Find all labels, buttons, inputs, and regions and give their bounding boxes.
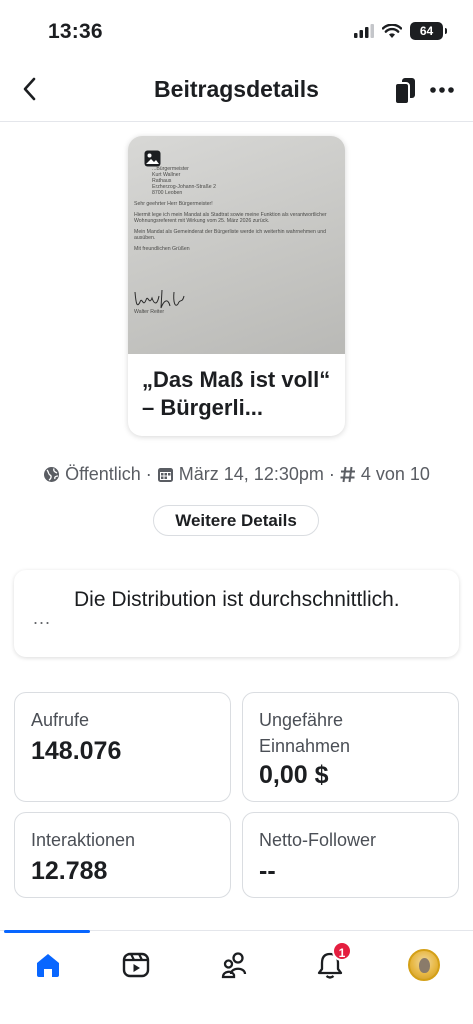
video-icon (122, 952, 150, 978)
home-icon (37, 954, 59, 977)
profile-avatar (408, 949, 440, 981)
stat-value: 0,00 $ (259, 761, 329, 789)
stat-value: 148.076 (31, 737, 122, 765)
post-title: „Das Maß ist voll“ – Bürgerli... (142, 367, 331, 420)
letter-closing: Mit freundlichen Grüßen (134, 246, 190, 252)
status-bar: 13:36 64 (0, 0, 473, 60)
wifi-icon (382, 23, 402, 38)
copy-icon[interactable] (393, 77, 417, 105)
meta-separator: · (328, 464, 335, 484)
stat-value: 12.788 (31, 857, 108, 885)
visibility-label: Öffentlich (65, 464, 141, 484)
stat-label: Netto-Follower (259, 830, 377, 850)
letter-paragraph: Hiermit lege ich mein Mandat als Stadtra… (134, 212, 327, 224)
letter-text: ...Bürgermeister Kurt Wallner Rathaus Er… (134, 166, 345, 252)
bottom-tab-bar: 1 (0, 930, 473, 1024)
main-content: ...Bürgermeister Kurt Wallner Rathaus Er… (0, 122, 473, 930)
signal-icon (354, 24, 374, 38)
stat-card-views[interactable]: Aufrufe 148.076 (14, 692, 231, 802)
meta-separator: · (145, 464, 152, 484)
post-preview-card[interactable]: ...Bürgermeister Kurt Wallner Rathaus Er… (128, 136, 345, 436)
notification-badge: 1 (332, 941, 352, 961)
photo-icon (144, 150, 161, 167)
stat-card-net-followers[interactable]: Netto-Follower -- (242, 812, 459, 898)
calendar-icon (157, 468, 173, 482)
stat-label: Aufrufe (31, 710, 90, 730)
distribution-text: Die Distribution ist durchschnittlich. (74, 588, 400, 611)
post-meta-row: Öffentlich · März 14, 12:30pm · 4 von 10 (0, 464, 473, 485)
tab-profile[interactable] (406, 947, 442, 983)
header: Beitragsdetails (0, 60, 473, 122)
stat-card-earnings[interactable]: Ungefähre Einnahmen 0,00 $ (242, 692, 459, 802)
more-options-icon[interactable] (429, 77, 455, 103)
globe-icon (44, 467, 60, 482)
letter-address-line: 8700 Leoben (152, 190, 183, 196)
post-thumbnail: ...Bürgermeister Kurt Wallner Rathaus Er… (128, 136, 345, 354)
active-tab-indicator (4, 930, 90, 933)
status-time: 13:36 (48, 20, 103, 43)
hash-icon (340, 466, 355, 483)
letter-salutation: Sehr geehrter Herr Bürgermeister! (134, 201, 213, 207)
tab-home[interactable] (30, 947, 66, 983)
more-details-button[interactable]: Weitere Details (153, 505, 319, 536)
status-icons: 64 (354, 22, 447, 40)
letter-paragraph: Mein Mandat als Gemeinderat der Bürgerli… (134, 229, 327, 241)
post-date: März 14, 12:30pm (178, 464, 324, 484)
post-rank: 4 von 10 (360, 464, 430, 484)
stat-value: -- (259, 857, 276, 885)
tab-friends[interactable] (218, 947, 254, 983)
battery-level: 64 (419, 24, 434, 38)
tab-video[interactable] (118, 947, 154, 983)
ellipsis-icon: ... (33, 608, 52, 628)
battery-icon: 64 (410, 22, 447, 40)
friends-icon (221, 952, 247, 979)
tab-notifications[interactable]: 1 (312, 941, 352, 983)
stat-label: Interaktionen (31, 830, 136, 850)
stat-label: Ungefähre Einnahmen (259, 710, 351, 756)
distribution-card: ... Die Distribution ist durchschnittlic… (14, 570, 459, 657)
letter-signer: Walter Reiter (134, 309, 165, 315)
stat-card-interactions[interactable]: Interaktionen 12.788 (14, 812, 231, 898)
